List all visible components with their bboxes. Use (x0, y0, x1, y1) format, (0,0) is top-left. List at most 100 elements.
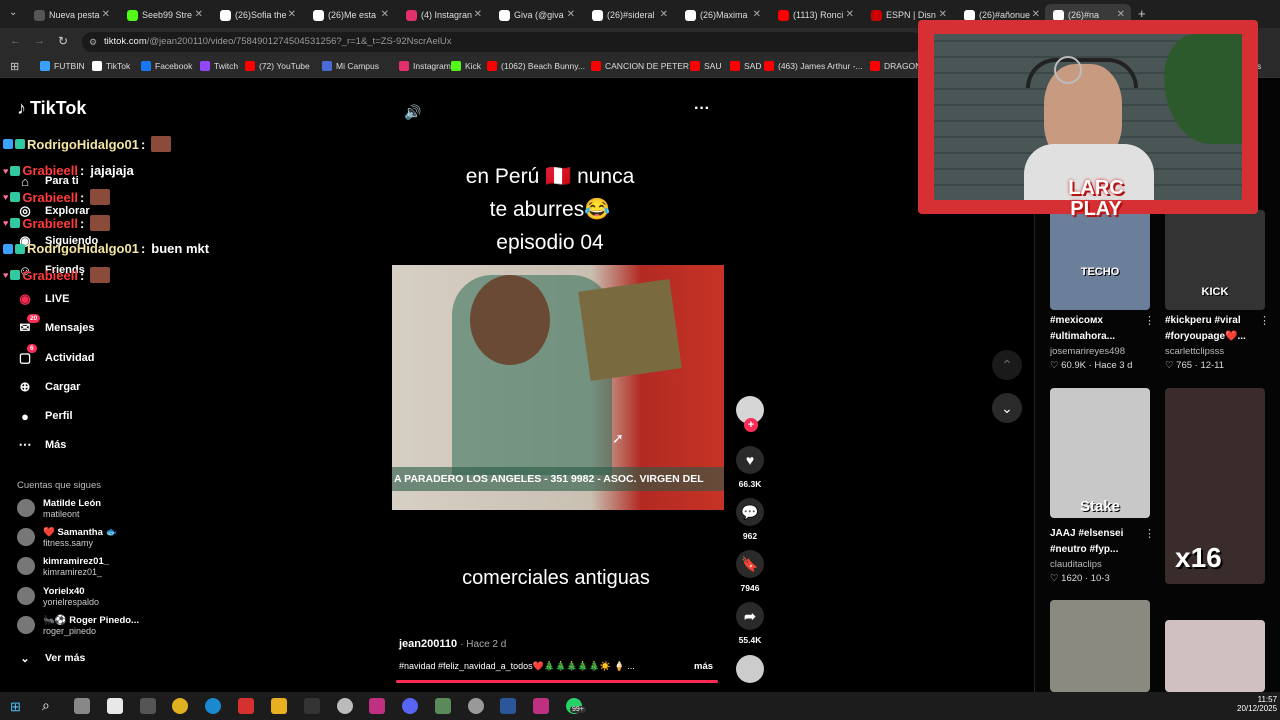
chrome-icon[interactable] (172, 698, 188, 714)
bookmark-item[interactable]: SAD (730, 61, 761, 71)
followed-account[interactable]: ❤️ Samantha 🐟 fitness.samy (17, 527, 117, 549)
browser-tab[interactable]: (26)#sideral ✕ (584, 4, 674, 26)
video-author[interactable]: jean200110 (399, 638, 457, 650)
bookmark-item[interactable]: SAU (690, 61, 721, 71)
browser-tab[interactable]: (1113) Ronci ✕ (770, 4, 860, 26)
see-more-button[interactable]: ⌄ Ver más (17, 650, 85, 666)
search-icon[interactable]: ⌕ (42, 697, 50, 714)
close-tab-icon[interactable]: ✕ (1117, 9, 1125, 20)
bookmark-item[interactable]: (463) James Arthur -... (764, 61, 863, 71)
app-red-icon[interactable] (238, 698, 254, 714)
app-icon[interactable] (140, 698, 156, 714)
share-button[interactable]: ➦ 55.4K (736, 602, 764, 645)
bookmark-item[interactable]: Mi Campus (322, 61, 379, 71)
next-video-button[interactable]: ⌄ (992, 393, 1022, 423)
discord-icon[interactable] (402, 698, 418, 714)
related-video-user[interactable]: clauditaclips (1050, 559, 1102, 570)
video-more-icon[interactable]: ··· (694, 100, 710, 118)
like-button[interactable]: ♥ 66.3K (736, 446, 764, 489)
related-video-title[interactable]: #foryoupage❤️... (1165, 330, 1246, 344)
word-icon[interactable] (500, 698, 516, 714)
followed-account[interactable]: Matilde León matileont (17, 498, 101, 520)
related-video-user[interactable]: scarlettclipsss (1165, 346, 1224, 357)
forward-icon[interactable]: → (34, 35, 45, 47)
browser-tab[interactable]: (4) Instagran ✕ (398, 4, 488, 26)
task-view-icon[interactable] (74, 698, 90, 714)
file-explorer-icon[interactable] (271, 698, 287, 714)
close-tab-icon[interactable]: ✕ (939, 9, 947, 20)
close-tab-icon[interactable]: ✕ (381, 9, 389, 20)
volume-icon[interactable]: 🔊 (404, 104, 421, 121)
video-progress-bar[interactable] (396, 680, 718, 683)
comment-button[interactable]: 💬 962 (736, 498, 764, 541)
site-info-icon[interactable]: ⚙ (89, 32, 97, 52)
bookmark-item[interactable]: (72) YouTube (245, 61, 310, 71)
close-tab-icon[interactable]: ✕ (1032, 9, 1040, 20)
related-video-thumbnail[interactable]: KICK (1165, 210, 1265, 310)
nav-item[interactable]: ◉ LIVE (17, 291, 69, 307)
followed-account[interactable]: kimramirez01_ kimramirez01_ (17, 556, 109, 578)
related-video-title[interactable]: #ultimahora... (1050, 330, 1115, 344)
close-tab-icon[interactable]: ✕ (660, 9, 668, 20)
previous-video-button[interactable]: ⌃ (992, 350, 1022, 380)
new-tab-icon[interactable]: + (1138, 6, 1146, 21)
browser-tab[interactable]: Nueva pesta ✕ (26, 4, 116, 26)
reload-icon[interactable]: ↻ (58, 34, 68, 48)
steam-icon[interactable] (468, 698, 484, 714)
close-tab-icon[interactable]: ✕ (753, 9, 761, 20)
bookmark-item[interactable]: Facebook (141, 61, 192, 71)
sound-disc-button[interactable] (736, 655, 764, 688)
edge-icon[interactable] (205, 698, 221, 714)
bookmark-item[interactable]: (1062) Beach Bunny... (487, 61, 585, 71)
system-clock[interactable]: 11:57 20/12/2025 (1237, 695, 1277, 713)
browser-tab[interactable]: Seeb99 Stre ✕ (119, 4, 209, 26)
app-pink2-icon[interactable] (533, 698, 549, 714)
url-field[interactable]: ⚙ tiktok.com/@jean200110/video/758490127… (82, 32, 922, 52)
close-tab-icon[interactable]: ✕ (102, 9, 110, 20)
close-tab-icon[interactable]: ✕ (288, 9, 296, 20)
related-video-title[interactable]: JAAJ #elsensei (1050, 527, 1123, 541)
related-video-thumbnail[interactable]: Stake (1050, 388, 1150, 518)
related-video-thumbnail[interactable]: TECHO (1050, 210, 1150, 310)
related-video-thumbnail[interactable] (1165, 620, 1265, 692)
windows-start-icon[interactable]: ⊞ (10, 699, 21, 715)
close-tab-icon[interactable]: ✕ (846, 9, 854, 20)
nav-item[interactable]: ⋯ Más (17, 437, 67, 453)
tiktok-logo[interactable]: ♪ TikTok (17, 98, 86, 119)
save-button[interactable]: 🔖 7946 (736, 550, 764, 593)
bookmark-item[interactable]: TikTok (92, 61, 130, 71)
video-frame[interactable]: A PARADERO LOS ANGELES - 351 9982 - ASOC… (392, 265, 724, 510)
related-video-thumbnail[interactable] (1050, 600, 1150, 692)
nav-item[interactable]: ● Perfil (17, 408, 72, 424)
nav-item[interactable]: ▢ 6 Actividad (17, 344, 95, 366)
followed-account[interactable]: Yorielx40 yorielrespaldo (17, 586, 99, 608)
nav-item[interactable]: ✉ 20 Mensajes (17, 314, 95, 336)
calculator-icon[interactable] (435, 698, 451, 714)
bookmark-item[interactable]: CANCION DE PETER (591, 61, 689, 71)
related-video-title[interactable]: #mexicoᴍx (1050, 314, 1103, 328)
related-video-thumbnail[interactable]: x16 (1165, 388, 1265, 584)
bookmark-item[interactable]: FUTBIN (40, 61, 85, 71)
browser-tab[interactable]: (26)Sofia the ✕ (212, 4, 302, 26)
tab-search-icon[interactable]: ⌄ (9, 7, 17, 18)
follow-plus-icon[interactable]: + (744, 418, 758, 432)
browser-tab[interactable]: (26)Maxima ✕ (677, 4, 767, 26)
related-video-user[interactable]: josemarireyes498 (1050, 346, 1125, 357)
close-tab-icon[interactable]: ✕ (474, 9, 482, 20)
store-icon[interactable] (107, 698, 123, 714)
app-dark-icon[interactable] (304, 698, 320, 714)
browser-tab[interactable]: (26)Me esta ✕ (305, 4, 395, 26)
video-options-icon[interactable]: ⋮ (1144, 527, 1155, 540)
bookmark-item[interactable]: Kick (451, 61, 481, 71)
app-gray-icon[interactable] (337, 698, 353, 714)
bookmark-item[interactable]: Instagram (399, 61, 451, 71)
related-video-title[interactable]: #kickperu #viral (1165, 314, 1241, 328)
video-options-icon[interactable]: ⋮ (1144, 314, 1155, 327)
related-video-title[interactable]: #neutro #fyp... (1050, 543, 1118, 557)
nav-item[interactable]: ⊕ Cargar (17, 379, 81, 395)
followed-account[interactable]: 🐜⚽ Roger Pinedo... roger_pinedo (17, 615, 139, 637)
creator-avatar-button[interactable]: + (736, 396, 764, 432)
apps-icon[interactable]: ⊞ (10, 60, 19, 73)
close-tab-icon[interactable]: ✕ (567, 9, 575, 20)
app-pink-icon[interactable] (369, 698, 385, 714)
